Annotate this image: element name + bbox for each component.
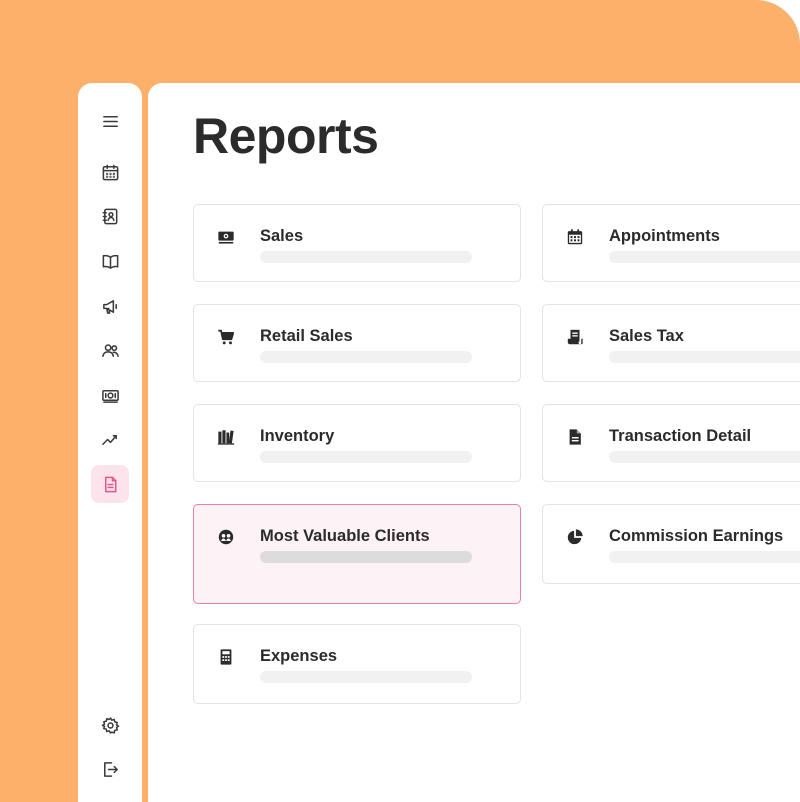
placeholder-bar xyxy=(260,251,472,263)
placeholder-bar xyxy=(609,451,800,463)
placeholder-bar xyxy=(609,351,800,363)
report-card-transaction-detail[interactable]: Transaction Detail xyxy=(542,404,800,482)
report-card-appointments[interactable]: Appointments xyxy=(542,204,800,282)
clients-icon xyxy=(216,527,236,547)
page-title: Reports xyxy=(193,108,379,164)
sidebar-item-payments[interactable] xyxy=(98,383,122,407)
report-card-label: Inventory xyxy=(260,427,335,445)
calculator-icon xyxy=(216,647,236,667)
users-icon xyxy=(101,343,119,357)
trend-line-icon xyxy=(101,434,117,445)
report-card-label: Transaction Detail xyxy=(609,427,752,445)
report-card-expenses[interactable]: Expenses xyxy=(193,624,521,704)
report-card-retail-sales[interactable]: Retail Sales xyxy=(193,304,521,382)
sidebar-item-calendar[interactable] xyxy=(98,160,122,184)
report-card-inventory[interactable]: Inventory xyxy=(193,404,521,482)
contacts-book-icon xyxy=(102,208,117,224)
megaphone-icon xyxy=(102,299,117,314)
report-card-sales-tax[interactable]: Sales Tax xyxy=(542,304,800,382)
sidebar-item-logout[interactable] xyxy=(98,757,122,781)
placeholder-bar xyxy=(609,251,800,263)
document-icon xyxy=(565,427,585,447)
receipt-icon xyxy=(565,327,585,347)
sidebar-item-settings[interactable] xyxy=(98,713,122,737)
open-book-icon xyxy=(102,254,118,269)
report-card-label: Commission Earnings xyxy=(609,527,784,545)
report-card-label: Appointments xyxy=(609,227,720,245)
cart-icon xyxy=(216,327,236,347)
report-card-label: Sales Tax xyxy=(609,327,684,345)
placeholder-bar xyxy=(260,451,472,463)
logout-icon xyxy=(103,761,118,777)
app-background: Reports Sales Appointments Retail Sales xyxy=(0,0,800,802)
calendar-icon xyxy=(565,227,585,247)
report-card-sales[interactable]: Sales xyxy=(193,204,521,282)
report-card-label: Retail Sales xyxy=(260,327,353,345)
placeholder-bar xyxy=(260,351,472,363)
placeholder-bar xyxy=(609,551,800,563)
inventory-icon xyxy=(216,427,236,447)
sidebar-item-staff[interactable] xyxy=(98,338,122,362)
menu-icon[interactable] xyxy=(98,109,122,133)
pie-chart-icon xyxy=(565,527,585,547)
sidebar-item-clients[interactable] xyxy=(98,204,122,228)
report-card-label: Most Valuable Clients xyxy=(260,527,430,545)
report-card-most-valuable-clients[interactable]: Most Valuable Clients xyxy=(193,504,521,604)
placeholder-bar xyxy=(260,551,472,563)
money-icon xyxy=(101,389,119,403)
report-card-label: Expenses xyxy=(260,647,338,665)
report-card-commission-earnings[interactable]: Commission Earnings xyxy=(542,504,800,584)
money-icon xyxy=(216,227,236,247)
sidebar-item-analytics[interactable] xyxy=(98,427,122,451)
report-card-label: Sales xyxy=(260,227,304,245)
gear-icon xyxy=(101,716,119,734)
sidebar-item-marketing[interactable] xyxy=(98,294,122,318)
sidebar-item-services[interactable] xyxy=(98,249,122,273)
main-panel: Reports Sales Appointments Retail Sales xyxy=(148,83,800,802)
sidebar-item-reports[interactable] xyxy=(91,465,129,503)
sidebar xyxy=(78,83,142,802)
calendar-icon xyxy=(102,164,118,180)
placeholder-bar xyxy=(260,671,472,683)
report-document-icon xyxy=(104,476,116,492)
